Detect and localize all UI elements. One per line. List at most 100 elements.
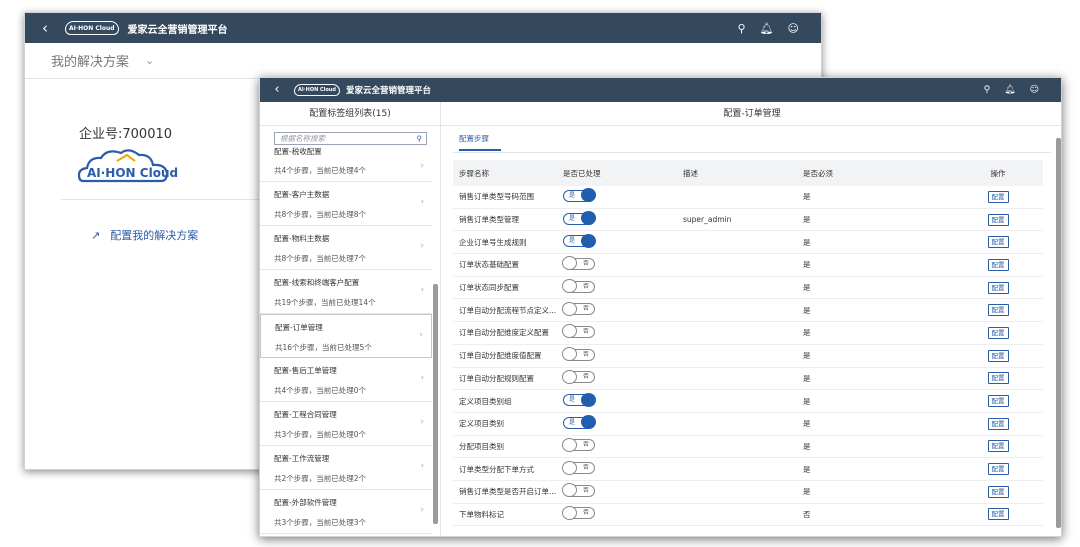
group-list-item[interactable]: 配置-售后工单管理 共4个步骤，当前已处理0个 › xyxy=(260,358,432,402)
step-name: 定义项目类别 xyxy=(459,419,504,429)
chevron-right-icon: › xyxy=(420,285,424,295)
group-list-item[interactable]: 配置-客户主数据 共8个步骤，当前已处理8个 › xyxy=(260,182,432,226)
processed-toggle[interactable]: 否 xyxy=(562,483,595,498)
step-required: 是 xyxy=(803,215,811,225)
search-icon[interactable]: ⚲ xyxy=(738,22,746,35)
table-row: 企业订单号生成规则 是 是 配置 xyxy=(453,231,1043,255)
back-arrow-icon[interactable]: ‹ xyxy=(260,78,294,102)
app-title: 爱家云全营销管理平台 xyxy=(127,24,228,36)
config-button[interactable]: 配置 xyxy=(987,395,1009,408)
processed-toggle[interactable]: 否 xyxy=(562,460,595,475)
processed-toggle[interactable]: 是 xyxy=(563,415,596,430)
toggle-label: 否 xyxy=(582,509,589,517)
processed-toggle[interactable]: 是 xyxy=(563,392,596,407)
processed-toggle[interactable]: 否 xyxy=(562,301,595,316)
group-summary: 共4个步骤，当前已处理0个 xyxy=(274,386,367,395)
search-icon[interactable]: ⚲ xyxy=(984,85,991,95)
solution-selector[interactable]: 我的解决方案 ⌄ xyxy=(25,43,821,79)
toggle-label: 是 xyxy=(569,191,576,199)
processed-toggle[interactable]: 是 xyxy=(563,211,596,226)
table-row: 订单状态基础配置 否 是 配置 xyxy=(453,254,1043,277)
company-id: 企业号:700010 xyxy=(79,127,173,142)
back-arrow-icon[interactable]: ‹ xyxy=(25,13,65,43)
group-list-item[interactable]: 配置-外部软件管理 共3个步骤，当前已处理3个 › xyxy=(260,490,432,534)
config-solution-link[interactable]: ↗ 配置我的解决方案 xyxy=(91,227,198,243)
tab-config-steps[interactable]: 配置步骤 xyxy=(459,133,501,151)
group-name: 配置-客户主数据 xyxy=(274,190,330,199)
step-name: 订单类型分配下单方式 xyxy=(459,464,534,474)
step-name: 订单状态同步配置 xyxy=(459,283,519,293)
step-config-pane: 配置-订单管理 配置步骤 步骤名称 是否已处理 描述 是否必须 操作 销售订单类… xyxy=(441,102,1061,536)
config-button[interactable]: 配置 xyxy=(987,372,1009,385)
chevron-right-icon: › xyxy=(420,197,424,207)
toggle-label: 是 xyxy=(569,418,576,426)
group-list-item[interactable]: 配置-线索和终端客户配置 共19个步骤，当前已处理14个 › xyxy=(260,270,432,314)
config-button[interactable]: 配置 xyxy=(987,485,1009,498)
user-icon[interactable]: ☺ xyxy=(1030,85,1039,95)
group-list-pane: 配置标签组列表(15) 根据名称搜索 ⚲ 配置-税收配置 共4个步骤，当前已处理4… xyxy=(260,102,441,536)
step-name: 订单自动分配流程节点定义... xyxy=(459,305,557,315)
processed-toggle[interactable]: 是 xyxy=(563,188,596,203)
processed-toggle[interactable]: 是 xyxy=(563,233,596,248)
processed-toggle[interactable]: 否 xyxy=(562,347,595,362)
config-button[interactable]: 配置 xyxy=(987,508,1009,521)
config-button[interactable]: 配置 xyxy=(987,281,1009,294)
processed-toggle[interactable]: 否 xyxy=(562,505,595,520)
chevron-right-icon: › xyxy=(420,241,424,251)
step-required: 是 xyxy=(803,441,811,451)
processed-toggle[interactable]: 否 xyxy=(562,256,595,271)
scrollbar[interactable] xyxy=(1056,138,1061,528)
group-name: 配置-售后工单管理 xyxy=(274,366,337,375)
config-button[interactable]: 配置 xyxy=(987,440,1009,453)
group-list-header: 配置标签组列表(15) xyxy=(260,102,440,126)
step-name: 订单自动分配维度值配置 xyxy=(459,351,542,361)
search-icon[interactable]: ⚲ xyxy=(417,133,423,144)
step-required: 是 xyxy=(803,237,811,247)
config-button[interactable]: 配置 xyxy=(987,213,1009,226)
group-list-item[interactable]: 配置-工作流管理 共2个步骤，当前已处理2个 › xyxy=(260,446,432,490)
config-button[interactable]: 配置 xyxy=(987,258,1009,271)
group-list-item[interactable]: 配置-税收配置 共4个步骤，当前已处理4个 › xyxy=(260,146,432,182)
config-button[interactable]: 配置 xyxy=(987,463,1009,476)
user-icon[interactable]: ☺ xyxy=(788,22,799,35)
config-button[interactable]: 配置 xyxy=(987,190,1009,203)
config-button[interactable]: 配置 xyxy=(987,236,1009,249)
bell-icon[interactable]: 🔔︎ xyxy=(1004,85,1015,95)
chevron-down-icon[interactable]: ⌄ xyxy=(145,54,154,67)
group-list-item[interactable]: 配置-订单管理 共16个步骤，当前已处理5个 › xyxy=(260,314,432,358)
tab-bar: 配置步骤 xyxy=(453,126,1051,153)
processed-toggle[interactable]: 否 xyxy=(562,324,595,339)
config-button[interactable]: 配置 xyxy=(987,349,1009,362)
group-list-item[interactable]: 配置-物料主数据 共8个步骤，当前已处理7个 › xyxy=(260,226,432,270)
group-list-item[interactable]: 配置-工程合同管理 共3个步骤，当前已处理0个 › xyxy=(260,402,432,446)
config-button[interactable]: 配置 xyxy=(987,326,1009,339)
foreground-window: ‹ AI·HON Cloud 爱家云全营销管理平台 ⚲ 🔔︎ ☺ 配置标签组列表… xyxy=(259,77,1062,537)
config-button[interactable]: 配置 xyxy=(987,417,1009,430)
toggle-label: 否 xyxy=(582,373,589,381)
toggle-knob xyxy=(562,460,577,475)
step-required: 是 xyxy=(803,260,811,270)
step-name: 订单自动分配维度定义配置 xyxy=(459,328,549,338)
top-navigation-bar: ‹ AI·HON Cloud 爱家云全营销管理平台 ⚲ 🔔︎ ☺ xyxy=(25,13,821,43)
config-button[interactable]: 配置 xyxy=(987,304,1009,317)
toggle-label: 否 xyxy=(582,282,589,290)
table-row: 销售订单类型管理 是 super_admin 是 配置 xyxy=(453,209,1043,232)
step-required: 是 xyxy=(803,487,811,497)
step-name: 销售订单类型管理 xyxy=(459,215,519,225)
step-name: 订单自动分配规则配置 xyxy=(459,373,534,383)
group-search-input[interactable]: 根据名称搜索 ⚲ xyxy=(274,132,427,145)
table-row: 定义项目类别组 是 是 配置 xyxy=(453,390,1043,413)
toggle-label: 否 xyxy=(582,441,589,449)
toggle-knob xyxy=(562,369,577,384)
group-name: 配置-物料主数据 xyxy=(274,234,330,243)
processed-toggle[interactable]: 否 xyxy=(562,369,595,384)
step-name: 下单物料标记 xyxy=(459,509,504,519)
bell-icon[interactable]: 🔔︎ xyxy=(760,22,774,35)
step-required: 是 xyxy=(803,283,811,293)
processed-toggle[interactable]: 否 xyxy=(562,437,595,452)
scrollbar[interactable] xyxy=(433,284,438,524)
toggle-label: 否 xyxy=(582,350,589,358)
processed-toggle[interactable]: 否 xyxy=(562,279,595,294)
group-name: 配置-订单管理 xyxy=(275,323,323,332)
table-row: 订单自动分配流程节点定义... 否 是 配置 xyxy=(453,299,1043,323)
